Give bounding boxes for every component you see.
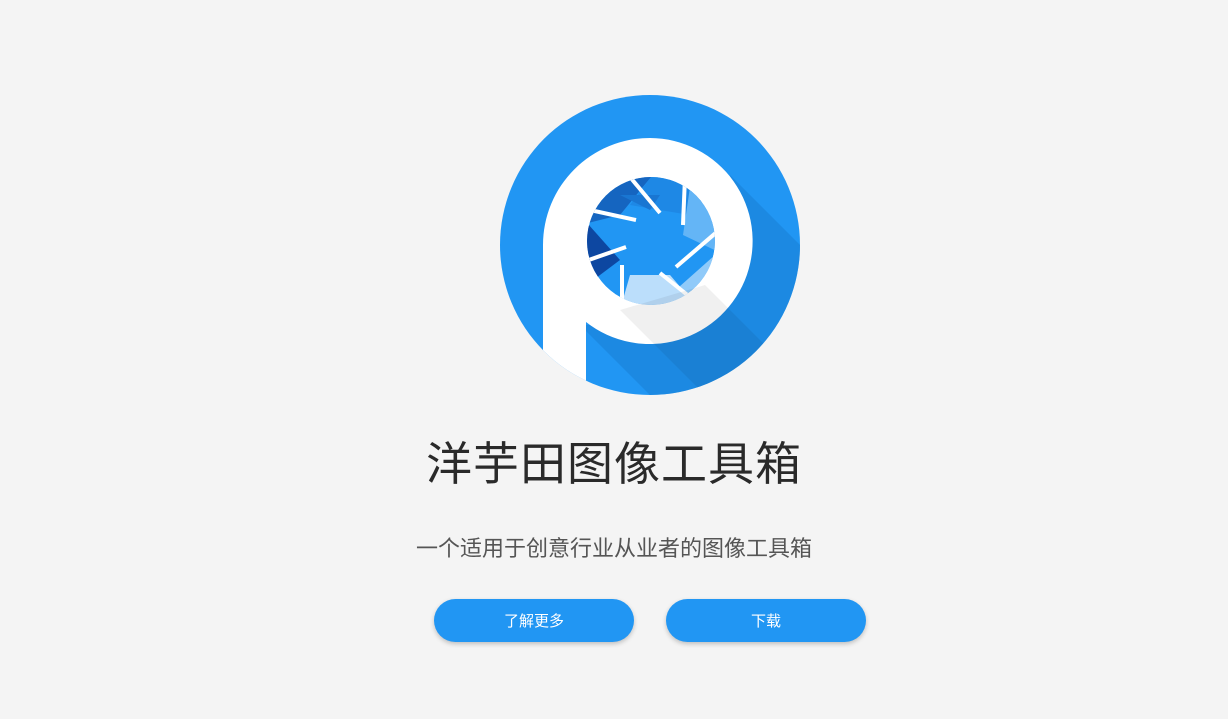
aperture-p-logo-icon	[500, 95, 800, 395]
app-subtitle: 一个适用于创意行业从业者的图像工具箱	[415, 537, 812, 562]
landing-hero: 洋芋田图像工具箱 一个适用于创意行业从业者的图像工具箱 了解更多 下载	[0, 0, 1228, 719]
download-button[interactable]: 下载	[666, 599, 866, 642]
app-title: 洋芋田图像工具箱	[426, 437, 802, 491]
learn-more-button[interactable]: 了解更多	[434, 599, 634, 642]
